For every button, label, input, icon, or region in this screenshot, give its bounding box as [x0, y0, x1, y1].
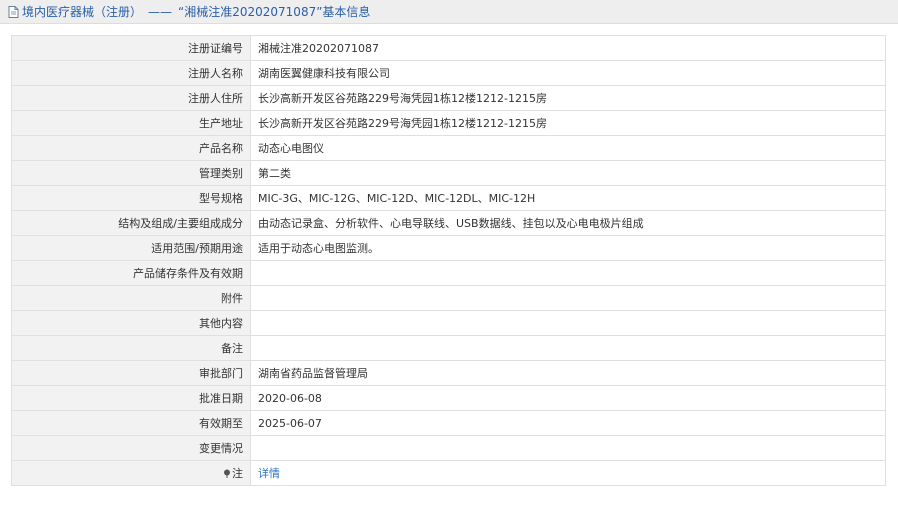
- table-body: 注册证编号 湘械注准20202071087 注册人名称 湖南医翼健康科技有限公司 注册人…: [11, 35, 886, 486]
- row-label: 管理类别: [11, 160, 251, 186]
- row-value: 长沙高新开发区谷苑路229号海凭园1栋12楼1212-1215房: [250, 85, 886, 111]
- breadcrumb[interactable]: 境内医疗器械（注册）: [22, 3, 142, 20]
- row-value: 第二类: [250, 160, 886, 186]
- row-value: 湖南医翼健康科技有限公司: [250, 60, 886, 86]
- table-row: 备注: [11, 335, 886, 361]
- table-row: 产品名称 动态心电图仪: [11, 135, 886, 161]
- row-value: [250, 435, 886, 461]
- title-separator: ——: [148, 4, 173, 19]
- table-row: 附件: [11, 285, 886, 311]
- row-value: 2020-06-08: [250, 385, 886, 411]
- details-link[interactable]: 详情: [258, 467, 280, 480]
- row-value: 由动态记录盒、分析软件、心电导联线、USB数据线、挂包以及心电电极片组成: [250, 210, 886, 236]
- row-label: 其他内容: [11, 310, 251, 336]
- row-label: 适用范围/预期用途: [11, 235, 251, 261]
- table-row: 批准日期 2020-06-08: [11, 385, 886, 411]
- table-row: 适用范围/预期用途 适用于动态心电图监测。: [11, 235, 886, 261]
- note-value-cell: 详情: [250, 460, 886, 486]
- row-value: 动态心电图仪: [250, 135, 886, 161]
- row-value: [250, 310, 886, 336]
- row-value: 湘械注准20202071087: [250, 35, 886, 61]
- table-row: 注册证编号 湘械注准20202071087: [11, 35, 886, 61]
- row-label: 生产地址: [11, 110, 251, 136]
- row-label: 注册证编号: [11, 35, 251, 61]
- table-row: 变更情况: [11, 435, 886, 461]
- row-label: 备注: [11, 335, 251, 361]
- row-label: 有效期至: [11, 410, 251, 436]
- row-label: 审批部门: [11, 360, 251, 386]
- registration-info-table: 注册证编号 湘械注准20202071087 注册人名称 湖南医翼健康科技有限公司 注册人…: [11, 35, 886, 486]
- row-value: MIC-3G、MIC-12G、MIC-12D、MIC-12DL、MIC-12H: [250, 185, 886, 211]
- page-title: “湘械注准20202071087”基本信息: [178, 5, 371, 19]
- table-row: 管理类别 第二类: [11, 160, 886, 186]
- table-row: 注册人住所 长沙高新开发区谷苑路229号海凭园1栋12楼1212-1215房: [11, 85, 886, 111]
- row-label: 附件: [11, 285, 251, 311]
- row-label: 结构及组成/主要组成成分: [11, 210, 251, 236]
- row-label: 变更情况: [11, 435, 251, 461]
- row-value: 长沙高新开发区谷苑路229号海凭园1栋12楼1212-1215房: [250, 110, 886, 136]
- table-row: 产品储存条件及有效期: [11, 260, 886, 286]
- row-value: 适用于动态心电图监测。: [250, 235, 886, 261]
- table-row: 注册人名称 湖南医翼健康科技有限公司: [11, 60, 886, 86]
- row-value: 湖南省药品监督管理局: [250, 360, 886, 386]
- row-label: 产品储存条件及有效期: [11, 260, 251, 286]
- table-row: 审批部门 湖南省药品监督管理局: [11, 360, 886, 386]
- table-row: 型号规格 MIC-3G、MIC-12G、MIC-12D、MIC-12DL、MIC-…: [11, 185, 886, 211]
- row-value: 2025-06-07: [250, 410, 886, 436]
- note-row: 注 详情: [11, 460, 886, 486]
- row-label: 批准日期: [11, 385, 251, 411]
- document-icon: [8, 5, 19, 18]
- row-value: [250, 285, 886, 311]
- row-label: 产品名称: [11, 135, 251, 161]
- table-row: 生产地址 长沙高新开发区谷苑路229号海凭园1栋12楼1212-1215房: [11, 110, 886, 136]
- row-value: [250, 260, 886, 286]
- table-row: 有效期至 2025-06-07: [11, 410, 886, 436]
- table-row: 结构及组成/主要组成成分 由动态记录盒、分析软件、心电导联线、USB数据线、挂包以…: [11, 210, 886, 236]
- row-label: 注册人住所: [11, 85, 251, 111]
- table-row: 其他内容: [11, 310, 886, 336]
- row-value: [250, 335, 886, 361]
- pin-icon: [224, 469, 230, 478]
- page-title-bar: 境内医疗器械（注册） —— “湘械注准20202071087”基本信息: [0, 0, 898, 24]
- row-label: 注册人名称: [11, 60, 251, 86]
- row-label: 型号规格: [11, 185, 251, 211]
- note-label: 注: [232, 467, 243, 480]
- note-label-cell: 注: [11, 460, 251, 486]
